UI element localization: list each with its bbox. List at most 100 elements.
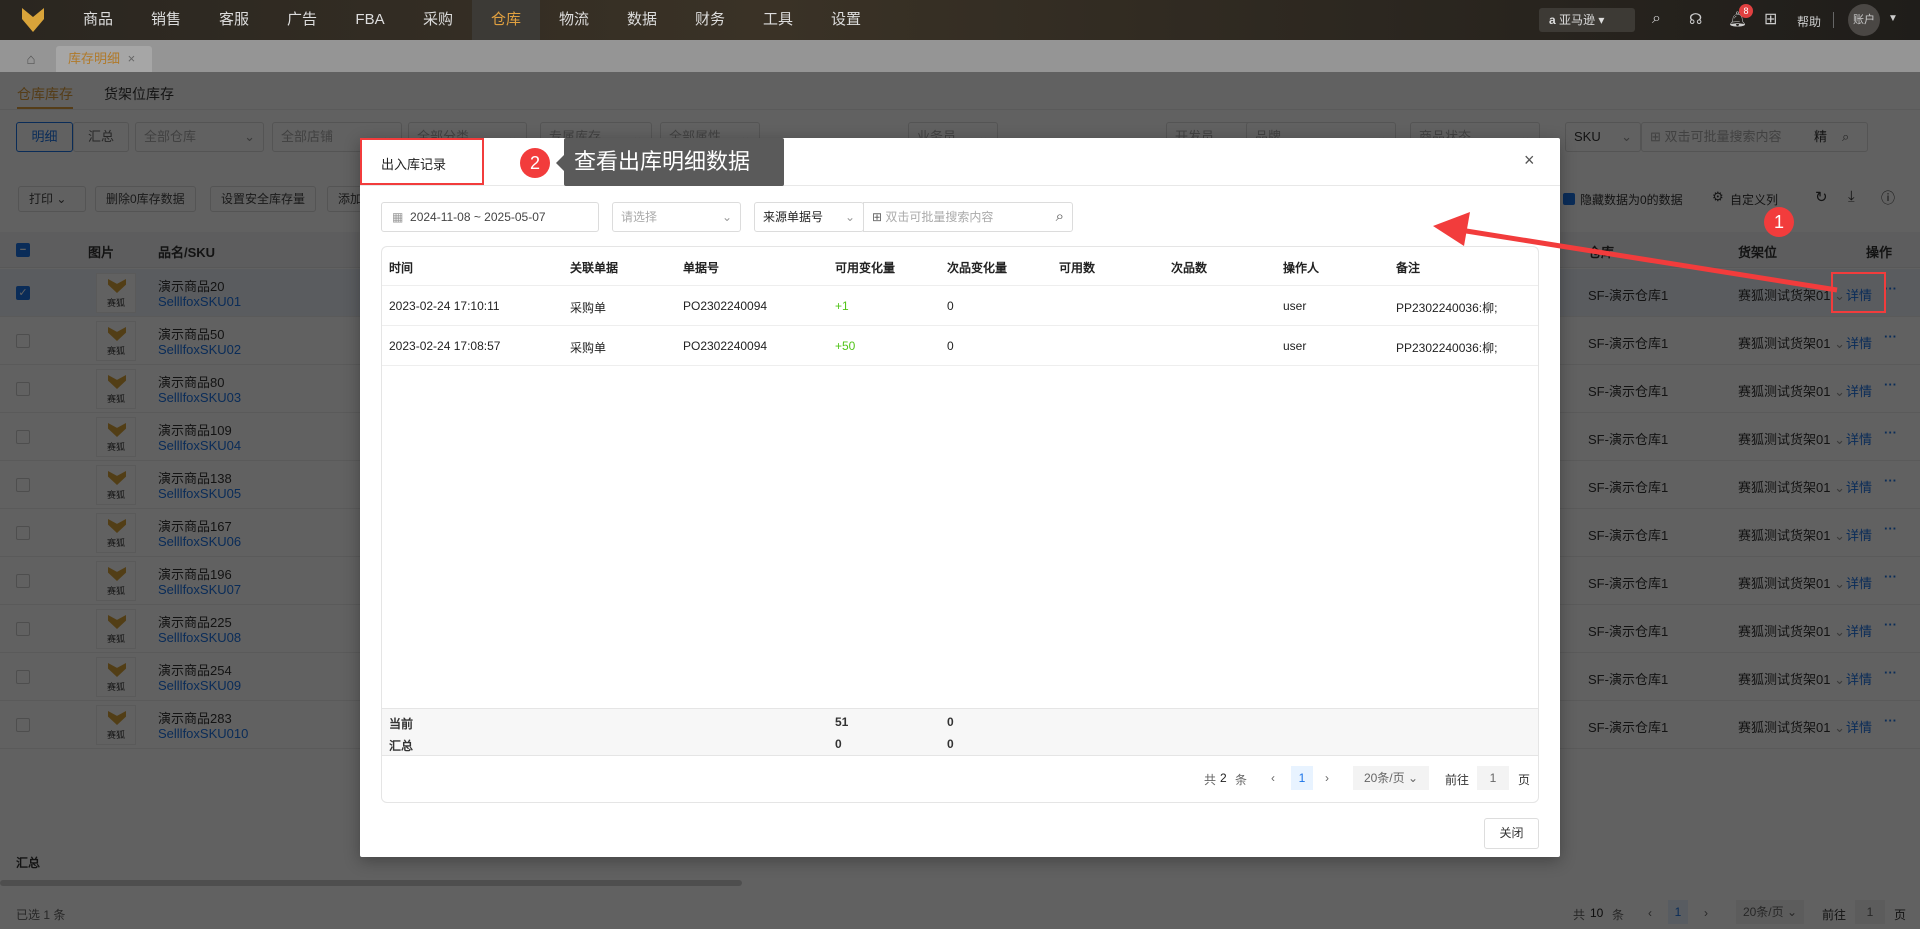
page-size-select[interactable]: 20条/页 ⌄	[1353, 766, 1429, 790]
subtab-shelf-stock[interactable]: 货架位库存	[104, 84, 174, 104]
shelf[interactable]: 赛狐测试货架01 ⌄	[1738, 621, 1845, 640]
more-icon[interactable]: ···	[1884, 713, 1897, 728]
prev-page-icon[interactable]: ‹	[1271, 771, 1275, 785]
tab-inventory-detail[interactable]: 库存明细 ×	[56, 46, 152, 72]
more-icon[interactable]: ···	[1884, 521, 1897, 536]
type-select[interactable]: 请选择 ⌄	[612, 202, 741, 232]
detail-link[interactable]: 详情	[1846, 525, 1872, 544]
custom-columns-button[interactable]: 自定义列	[1730, 191, 1778, 208]
row-checkbox[interactable]	[16, 478, 30, 492]
page-1[interactable]: 1	[1291, 766, 1313, 790]
help-icon[interactable]: ⓘ	[1881, 188, 1895, 208]
mode-detail-button[interactable]: 明细	[16, 122, 73, 152]
shelf[interactable]: 赛狐测试货架01 ⌄	[1738, 477, 1845, 496]
safety-stock-button[interactable]: 设置安全库存量	[210, 186, 317, 212]
horizontal-scrollbar[interactable]	[0, 880, 742, 886]
help-link[interactable]: 帮助	[1797, 13, 1821, 30]
row-checkbox[interactable]	[16, 622, 30, 636]
nav-item[interactable]: 销售	[132, 0, 200, 40]
next-page-icon[interactable]: ›	[1704, 906, 1708, 920]
detail-link[interactable]: 详情	[1846, 573, 1872, 592]
platform-select[interactable]: a 亚马逊 ▾	[1539, 8, 1635, 32]
select-all-checkbox[interactable]: −	[16, 243, 30, 257]
shelf[interactable]: 赛狐测试货架01 ⌄	[1738, 429, 1845, 448]
more-icon[interactable]: ···	[1884, 617, 1897, 632]
close-tab-icon[interactable]: ×	[128, 51, 136, 66]
refresh-icon[interactable]: ↻	[1815, 188, 1828, 206]
filter-select[interactable]: 全部仓库 ⌄	[135, 122, 264, 152]
product-sku[interactable]: SelllfoxSKU02	[158, 342, 241, 357]
detail-link[interactable]: 详情	[1846, 669, 1872, 688]
page-1[interactable]: 1	[1668, 900, 1688, 924]
more-icon[interactable]: ···	[1884, 377, 1897, 392]
nav-item[interactable]: 商品	[64, 0, 132, 40]
hide-zero-checkbox[interactable]	[1563, 193, 1575, 205]
close-button[interactable]: 关闭	[1484, 818, 1539, 849]
delete-zero-stock-button[interactable]: 删除0库存数据	[95, 186, 196, 212]
print-button[interactable]: 打印 ⌄	[18, 186, 86, 212]
header-warehouse[interactable]: 仓库	[1588, 242, 1614, 261]
detail-link[interactable]: 详情	[1846, 333, 1872, 352]
exact-toggle[interactable]: 精	[1814, 123, 1827, 151]
page-size-select[interactable]: 20条/页 ⌄	[1736, 900, 1804, 924]
product-sku[interactable]: SelllfoxSKU06	[158, 534, 241, 549]
row-checkbox[interactable]	[16, 574, 30, 588]
nav-item[interactable]: 广告	[268, 0, 336, 40]
product-sku[interactable]: SelllfoxSKU01	[158, 294, 241, 309]
avatar[interactable]: 账户	[1848, 4, 1880, 36]
row-checkbox[interactable]	[16, 334, 30, 348]
detail-link[interactable]: 详情	[1846, 429, 1872, 448]
row-checkbox[interactable]	[16, 382, 30, 396]
more-icon[interactable]: ···	[1884, 665, 1897, 680]
shelf[interactable]: 赛狐测试货架01 ⌄	[1738, 381, 1845, 400]
nav-item[interactable]: 财务	[676, 0, 744, 40]
shelf[interactable]: 赛狐测试货架01 ⌄	[1738, 525, 1845, 544]
nav-item[interactable]: 数据	[608, 0, 676, 40]
more-icon[interactable]: ···	[1884, 281, 1897, 296]
logo-icon[interactable]	[22, 8, 44, 32]
nav-item[interactable]: 工具	[744, 0, 812, 40]
headset-icon[interactable]: ☊	[1689, 10, 1702, 28]
close-icon[interactable]: ×	[1524, 150, 1535, 171]
nav-item[interactable]: 设置	[812, 0, 880, 40]
product-sku[interactable]: SelllfoxSKU09	[158, 678, 241, 693]
source-type-select[interactable]: 来源单据号 ⌄	[754, 202, 864, 232]
product-sku[interactable]: SelllfoxSKU07	[158, 582, 241, 597]
nav-item[interactable]: FBA	[336, 0, 404, 40]
product-sku[interactable]: SelllfoxSKU05	[158, 486, 241, 501]
product-sku[interactable]: SelllfoxSKU03	[158, 390, 241, 405]
row-checkbox[interactable]: ✓	[16, 286, 30, 300]
date-range-picker[interactable]: ▦ 2024-11-08 ~ 2025-05-07	[381, 202, 599, 232]
detail-link[interactable]: 详情	[1846, 621, 1872, 640]
row-checkbox[interactable]	[16, 718, 30, 732]
more-icon[interactable]: ···	[1884, 473, 1897, 488]
custom-columns-icon[interactable]: ⚙	[1712, 189, 1724, 205]
subtab-warehouse-stock[interactable]: 仓库库存	[17, 84, 73, 104]
nav-item[interactable]: 仓库	[472, 0, 540, 40]
row-checkbox[interactable]	[16, 526, 30, 540]
shelf[interactable]: 赛狐测试货架01 ⌄	[1738, 285, 1845, 304]
shelf[interactable]: 赛狐测试货架01 ⌄	[1738, 669, 1845, 688]
detail-link[interactable]: 详情	[1846, 285, 1872, 304]
shelf[interactable]: 赛狐测试货架01 ⌄	[1738, 573, 1845, 592]
nav-item[interactable]: 物流	[540, 0, 608, 40]
nav-item[interactable]: 采购	[404, 0, 472, 40]
detail-link[interactable]: 详情	[1846, 717, 1872, 736]
mode-summary-button[interactable]: 汇总	[73, 122, 129, 152]
home-tab[interactable]: ⌂	[14, 46, 48, 72]
detail-link[interactable]: 详情	[1846, 477, 1872, 496]
header-name-sku[interactable]: 品名/SKU	[158, 242, 215, 261]
more-icon[interactable]: ···	[1884, 329, 1897, 344]
search-type-select[interactable]: SKU ⌄	[1565, 122, 1641, 152]
modal-search-input[interactable]: ⊞ 双击可批量搜索内容 ⌕	[863, 202, 1073, 232]
prev-page-icon[interactable]: ‹	[1648, 906, 1652, 920]
search-icon[interactable]: ⌕	[1842, 123, 1849, 151]
more-icon[interactable]: ···	[1884, 569, 1897, 584]
nav-item[interactable]: 客服	[200, 0, 268, 40]
product-sku[interactable]: SelllfoxSKU08	[158, 630, 241, 645]
more-icon[interactable]: ···	[1884, 425, 1897, 440]
next-page-icon[interactable]: ›	[1325, 771, 1329, 785]
goto-input[interactable]: 1	[1477, 766, 1509, 790]
caret-down-icon[interactable]: ▼	[1888, 13, 1898, 24]
search-icon[interactable]: ⌕	[1056, 203, 1064, 231]
